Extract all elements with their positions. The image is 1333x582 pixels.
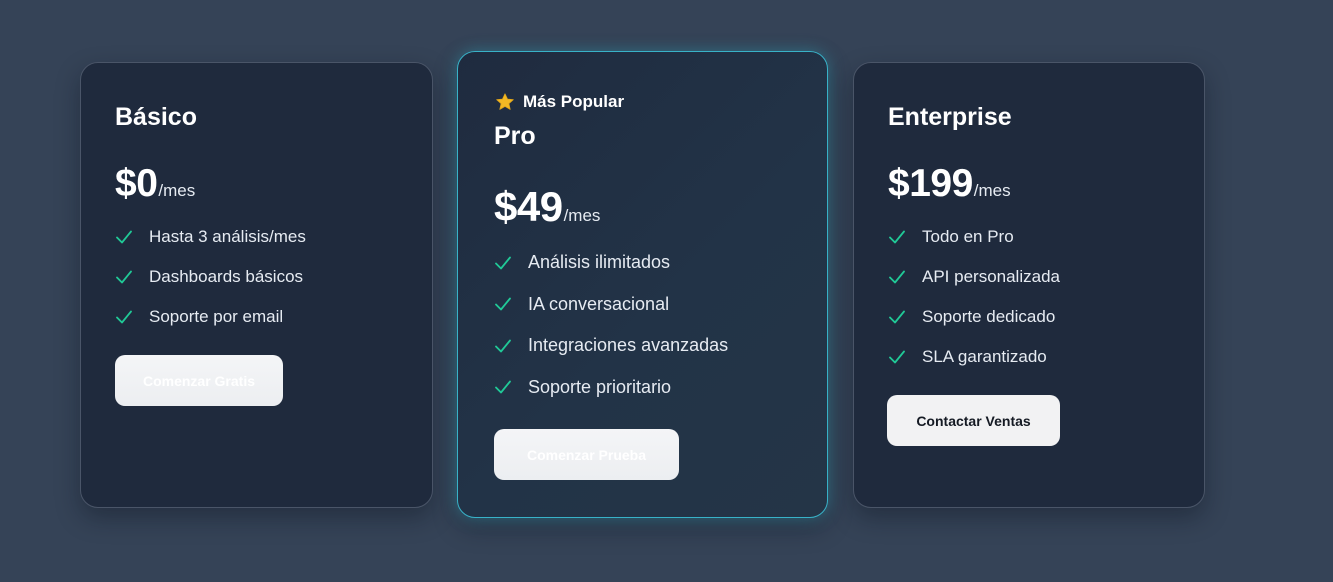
feature-label: Soporte prioritario <box>528 376 672 397</box>
plan-price: $0 /mes <box>115 162 195 206</box>
feature-list: Análisis ilimitados IA conversacional In… <box>494 242 728 408</box>
price-period: /mes <box>563 206 601 225</box>
feature-item: Soporte por email <box>115 297 306 337</box>
plan-card-pro: Más Popular Pro $49 /mes Análisis ilimit… <box>457 51 828 518</box>
feature-item: Todo en Pro <box>888 217 1060 257</box>
check-icon <box>889 270 905 284</box>
feature-item: Soporte prioritario <box>494 367 728 409</box>
feature-list: Todo en Pro API personalizada Soporte de… <box>888 217 1060 377</box>
check-icon <box>889 310 905 324</box>
feature-label: Soporte dedicado <box>922 307 1056 326</box>
price-amount: $199 <box>888 162 973 205</box>
feature-item: IA conversacional <box>494 284 728 326</box>
check-icon <box>495 380 511 394</box>
check-icon <box>495 297 511 311</box>
check-icon <box>495 339 511 353</box>
start-trial-button[interactable]: Comenzar Prueba <box>494 429 679 480</box>
check-icon <box>889 230 905 244</box>
feature-list: Hasta 3 análisis/mes Dashboards básicos … <box>115 217 306 337</box>
feature-item: Análisis ilimitados <box>494 242 728 284</box>
feature-item: Dashboards básicos <box>115 257 306 297</box>
plan-price: $199 /mes <box>888 162 1011 206</box>
feature-item: SLA garantizado <box>888 337 1060 377</box>
plan-card-enterprise: Enterprise $199 /mes Todo en Pro API per… <box>853 62 1205 508</box>
feature-label: Dashboards básicos <box>149 267 304 286</box>
price-period: /mes <box>973 181 1011 200</box>
plan-name: Básico <box>115 103 197 131</box>
feature-item: Integraciones avanzadas <box>494 325 728 367</box>
feature-item: Soporte dedicado <box>888 297 1060 337</box>
plan-price: $49 /mes <box>494 183 600 231</box>
feature-label: Análisis ilimitados <box>528 252 671 273</box>
plan-name: Pro <box>494 122 536 150</box>
popular-badge: Más Popular <box>495 92 624 112</box>
feature-label: Integraciones avanzadas <box>528 335 729 356</box>
feature-label: Todo en Pro <box>922 227 1014 246</box>
feature-item: API personalizada <box>888 257 1060 297</box>
feature-item: Hasta 3 análisis/mes <box>115 217 306 257</box>
price-period: /mes <box>158 181 196 200</box>
badge-label: Más Popular <box>523 92 625 111</box>
check-icon <box>889 350 905 364</box>
price-amount: $0 <box>115 162 158 205</box>
feature-label: Hasta 3 análisis/mes <box>149 227 306 246</box>
pricing-section: Básico $0 /mes Hasta 3 análisis/mes Dash… <box>0 0 1333 582</box>
feature-label: Soporte por email <box>149 307 284 326</box>
plan-card-basico: Básico $0 /mes Hasta 3 análisis/mes Dash… <box>80 62 433 508</box>
check-icon <box>116 310 132 324</box>
plan-name: Enterprise <box>888 103 1012 131</box>
star-icon <box>496 93 514 110</box>
feature-label: API personalizada <box>922 267 1060 286</box>
check-icon <box>495 256 511 270</box>
feature-label: IA conversacional <box>528 293 670 314</box>
price-amount: $49 <box>494 183 563 230</box>
contact-sales-button[interactable]: Contactar Ventas <box>887 395 1060 446</box>
feature-label: SLA garantizado <box>922 347 1047 366</box>
start-free-button[interactable]: Comenzar Gratis <box>115 355 283 406</box>
check-icon <box>116 230 132 244</box>
check-icon <box>116 270 132 284</box>
